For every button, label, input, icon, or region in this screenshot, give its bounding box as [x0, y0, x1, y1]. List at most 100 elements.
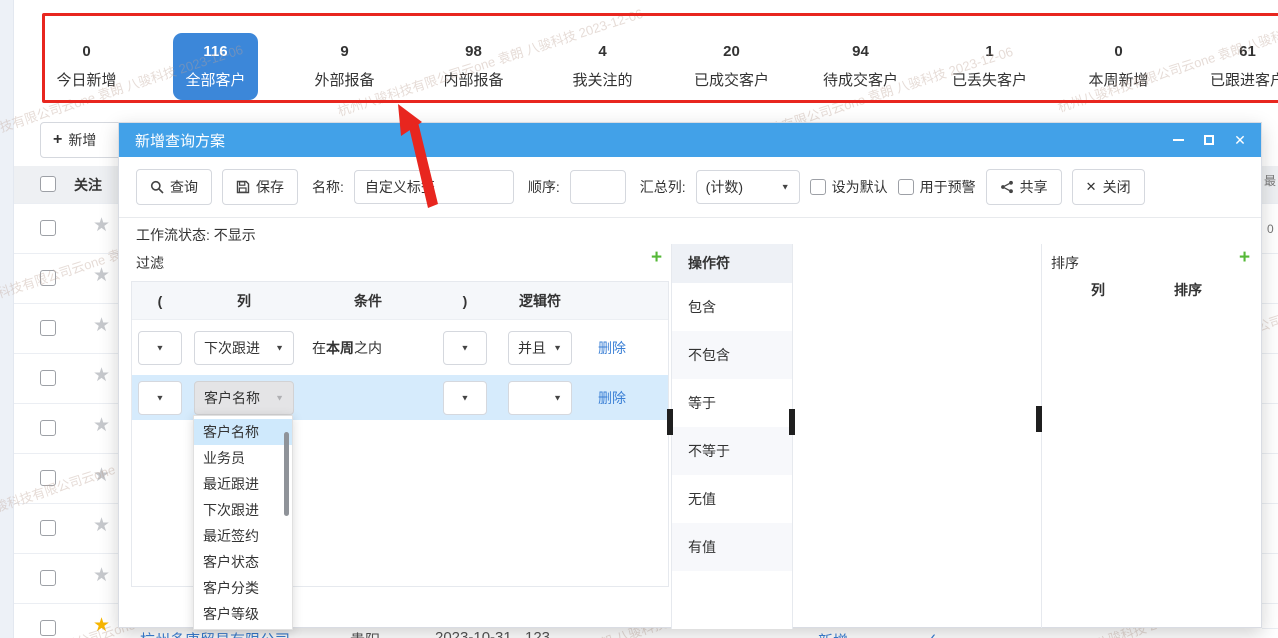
row-checkbox[interactable] [40, 320, 56, 336]
open-paren-select[interactable]: ▼ [138, 331, 182, 365]
dropdown-option[interactable]: 下次跟进 [194, 497, 292, 523]
stat-tab-pending-customers[interactable]: 94待成交客户 [796, 0, 925, 112]
add-sort-row-icon[interactable]: + [1239, 249, 1250, 267]
save-button[interactable]: 保存 [222, 169, 298, 205]
chevron-down-icon: ▼ [781, 183, 790, 192]
row-checkbox[interactable] [40, 470, 56, 486]
customer-company-link[interactable]: 杭州多康贸易有限公司 [140, 629, 290, 638]
dropdown-option[interactable]: 业务员 [194, 445, 292, 471]
follow-column-header: 关注 [74, 175, 102, 195]
stat-tab-internal-report[interactable]: 98内部报备 [409, 0, 538, 112]
row-checkbox[interactable] [40, 220, 56, 236]
stat-tab-external-report[interactable]: 9外部报备 [280, 0, 409, 112]
name-label: 名称: [312, 177, 344, 197]
follow-star-icon[interactable]: ★ [93, 566, 110, 586]
dropdown-option[interactable]: 客户分类 [194, 575, 292, 601]
stat-tab-week-new[interactable]: 0本周新增 [1054, 0, 1183, 112]
stat-tab-today-new[interactable]: 0今日新增 [22, 0, 151, 112]
table-row: ★ [14, 553, 118, 603]
operator-option[interactable]: 包含 [672, 283, 792, 331]
follow-star-icon[interactable]: ★ [93, 266, 110, 286]
row-checkbox[interactable] [40, 570, 56, 586]
stat-tab-followed-up[interactable]: 61已跟进客户 [1183, 0, 1278, 112]
close-icon[interactable]: ✕ [1233, 133, 1247, 147]
query-button-label: 查询 [170, 177, 198, 197]
splitter-handle[interactable] [789, 409, 795, 435]
order-label: 顺序: [528, 177, 560, 197]
dropdown-option[interactable]: 客户名称 [194, 419, 292, 445]
operator-option[interactable]: 等于 [672, 379, 792, 427]
column-select-open[interactable]: 客户名称▼ [194, 381, 294, 415]
summary-col-value: (计数) [706, 177, 743, 197]
close-paren-select[interactable]: ▼ [443, 331, 487, 365]
stat-value: 1 [952, 44, 1027, 60]
customer-amount-cell: 123 [525, 629, 550, 638]
follow-star-icon[interactable]: ★ [93, 316, 110, 336]
stat-tab-my-followed[interactable]: 4我关注的 [538, 0, 667, 112]
operator-option[interactable]: 无值 [672, 475, 792, 523]
logic-select-value: 并且 [518, 338, 546, 358]
dropdown-option[interactable]: 客户状态 [194, 549, 292, 575]
query-button[interactable]: 查询 [136, 169, 212, 205]
logic-select[interactable]: ▼ [508, 381, 572, 415]
stat-tab-closed-customers[interactable]: 20已成交客户 [667, 0, 796, 112]
delete-row-link[interactable]: 删除 [598, 338, 626, 358]
summary-col-select[interactable]: (计数) ▼ [696, 170, 800, 204]
row-checkbox[interactable] [40, 420, 56, 436]
follow-star-icon[interactable]: ★ [93, 466, 110, 486]
row-checkbox[interactable] [40, 620, 56, 636]
dropdown-option[interactable]: 最近签约 [194, 523, 292, 549]
logic-select[interactable]: 并且▼ [508, 331, 572, 365]
close-paren-select[interactable]: ▼ [443, 381, 487, 415]
toolbar-divider [119, 217, 1261, 218]
follow-star-icon[interactable]: ★ [93, 366, 110, 386]
follow-star-icon-active[interactable]: ★ [93, 616, 110, 636]
maximize-icon[interactable] [1202, 133, 1216, 147]
share-button[interactable]: 共享 [986, 169, 1062, 205]
stat-tab-lost-customers[interactable]: 1已丢失客户 [925, 0, 1054, 112]
dropdown-option[interactable]: 客户等级 [194, 601, 292, 627]
chevron-down-icon: ▼ [275, 393, 284, 402]
stat-value: 116 [185, 44, 245, 60]
column-select[interactable]: 下次跟进▼ [194, 331, 294, 365]
operator-option[interactable]: 有值 [672, 523, 792, 571]
column-select-value: 下次跟进 [204, 338, 260, 358]
follow-star-icon[interactable]: ★ [93, 416, 110, 436]
close-x-icon: ✕ [1086, 179, 1097, 195]
operator-option[interactable]: 不等于 [672, 427, 792, 475]
operator-option[interactable]: 不包含 [672, 331, 792, 379]
share-icon [1000, 180, 1014, 194]
minimize-icon[interactable] [1171, 133, 1185, 147]
dialog-titlebar[interactable]: 新增查询方案 ✕ [119, 123, 1261, 157]
row-checkbox[interactable] [40, 370, 56, 386]
close-button[interactable]: ✕ 关闭 [1072, 169, 1145, 205]
open-paren-select[interactable]: ▼ [138, 381, 182, 415]
name-input[interactable] [354, 170, 514, 204]
follow-star-icon[interactable]: ★ [93, 216, 110, 236]
delete-row-link[interactable]: 删除 [598, 388, 626, 408]
order-input[interactable] [570, 170, 626, 204]
splitter-handle[interactable] [667, 409, 673, 435]
for-alert-label: 用于预警 [920, 177, 976, 197]
splitter-handle[interactable] [1036, 406, 1042, 432]
add-customer-button[interactable]: + 新增 [40, 122, 130, 158]
for-alert-checkbox[interactable]: 用于预警 [898, 177, 976, 197]
row-action-mark-icon[interactable]: ✓ [925, 630, 938, 638]
row-checkbox[interactable] [40, 520, 56, 536]
customer-stats-bar: 0今日新增 116全部客户 9外部报备 98内部报备 4我关注的 20已成交客户… [14, 0, 1278, 112]
set-default-label: 设为默认 [832, 177, 888, 197]
row-checkbox[interactable] [40, 270, 56, 286]
add-filter-row-icon[interactable]: + [651, 249, 662, 267]
row-action-new-link[interactable]: 新增 [818, 630, 848, 638]
clipped-column-text: 最 [1264, 172, 1276, 189]
select-all-checkbox[interactable] [40, 176, 56, 192]
stat-tab-all-customers[interactable]: 116全部客户 [151, 0, 280, 112]
set-default-checkbox[interactable]: 设为默认 [810, 177, 888, 197]
dropdown-scrollbar[interactable] [284, 432, 289, 516]
header-column: 列 [188, 291, 300, 311]
stat-label: 已跟进客户 [1210, 73, 1278, 89]
follow-star-icon[interactable]: ★ [93, 516, 110, 536]
stat-label: 待成交客户 [823, 73, 898, 89]
dropdown-option[interactable]: 最近跟进 [194, 471, 292, 497]
stat-value: 4 [572, 44, 632, 60]
